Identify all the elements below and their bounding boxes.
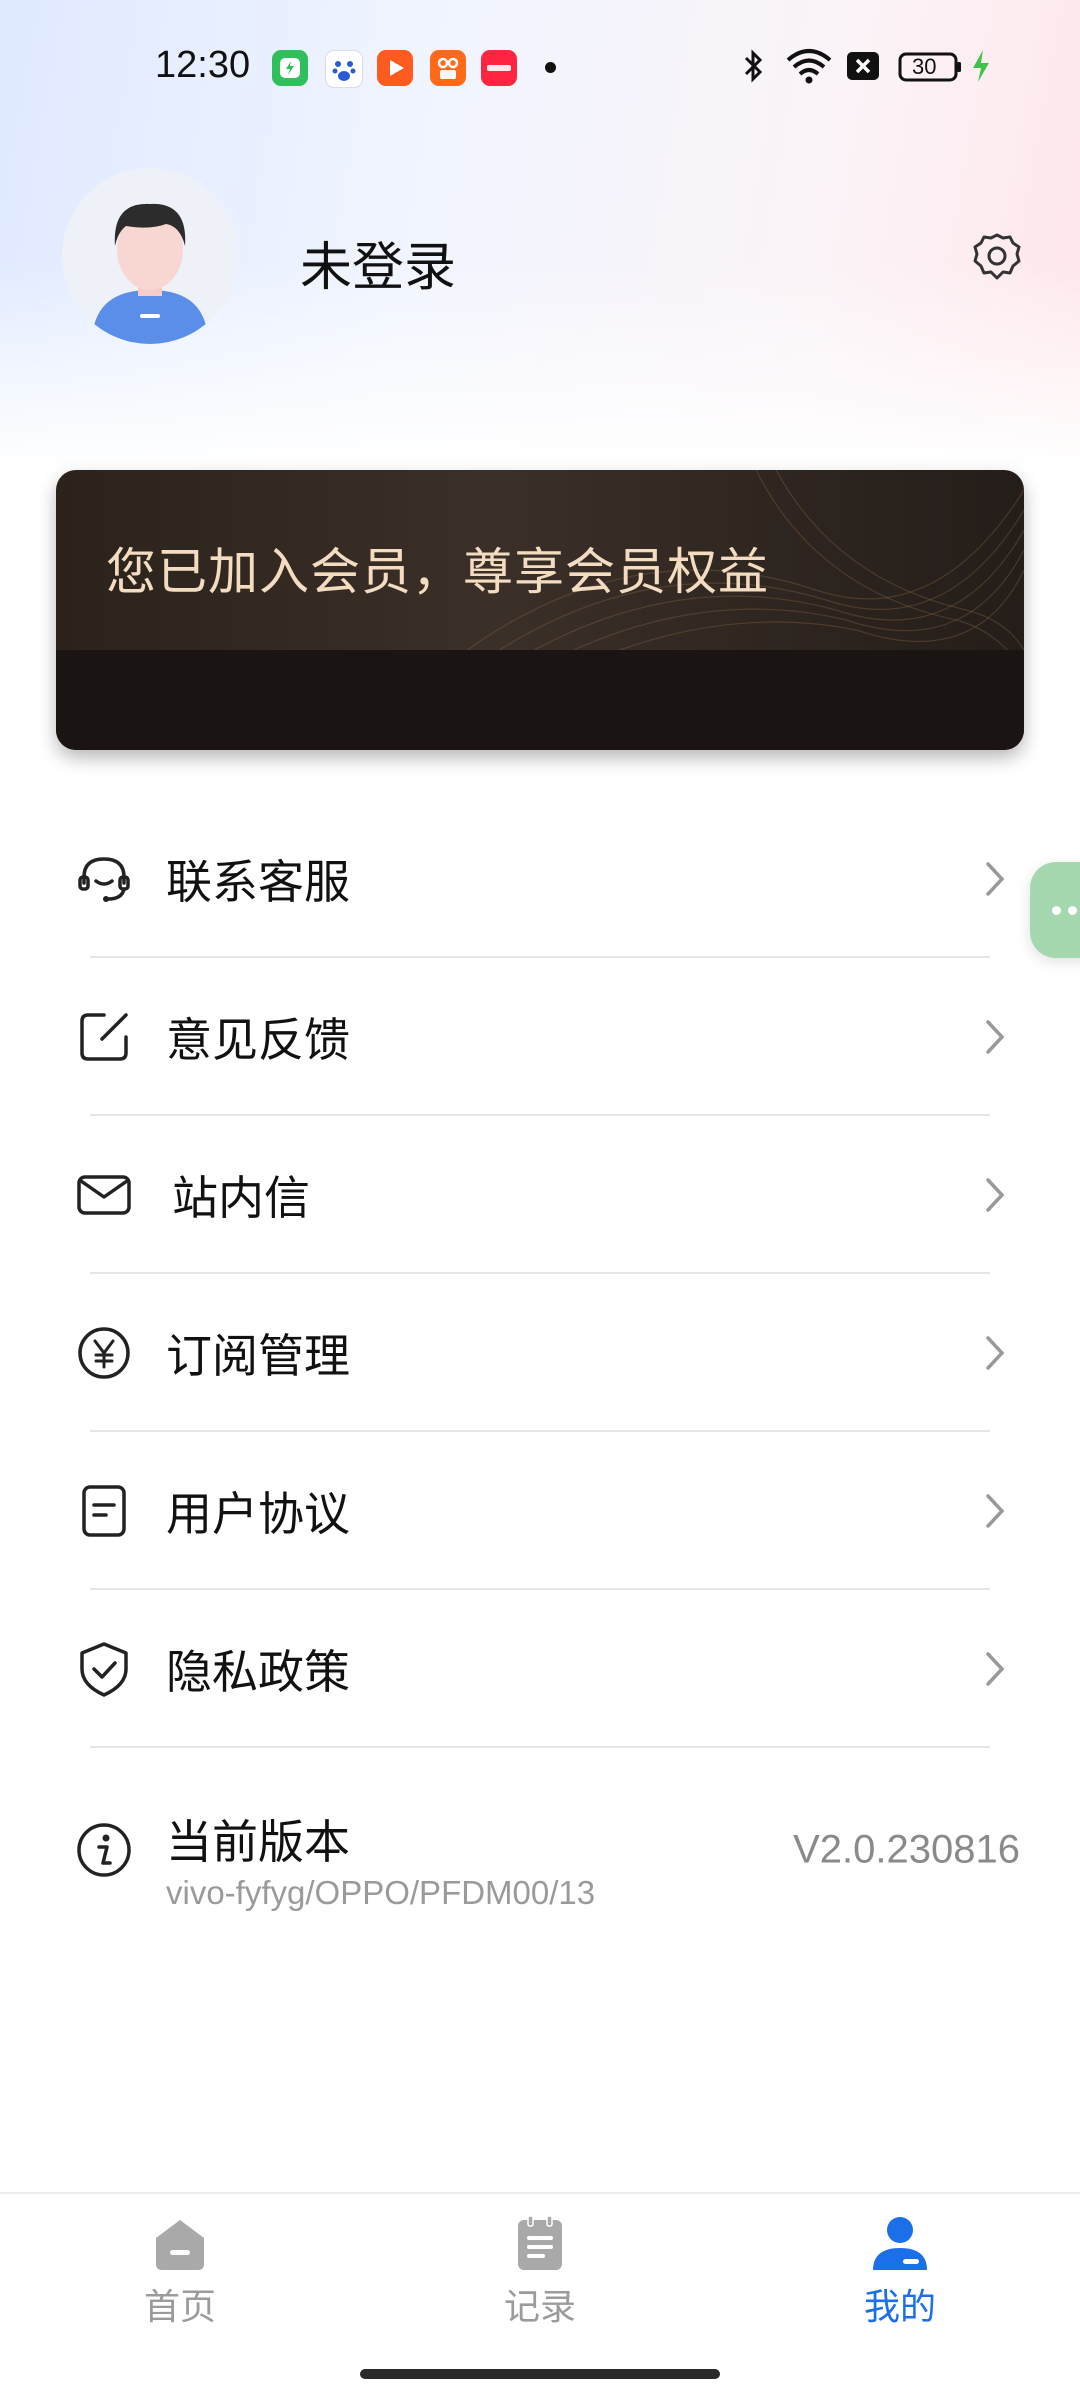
chevron-right-icon [986, 862, 1005, 896]
battery-level: 30 [912, 54, 937, 79]
xiaohongshu-icon [481, 50, 517, 86]
dot-icon [1052, 906, 1061, 915]
nav-records[interactable]: 记录 [440, 2214, 640, 2354]
version-number: V2.0.230816 [793, 1827, 1020, 1872]
username[interactable]: 未登录 [300, 225, 456, 300]
chevron-right-icon [986, 1178, 1005, 1212]
menu-item-label: 用户协议 [166, 1487, 350, 1541]
headset-icon [78, 857, 130, 902]
document-icon [82, 1485, 126, 1537]
info-icon [77, 1823, 131, 1877]
baidu-icon [325, 50, 363, 88]
member-card[interactable]: 您已加入会员，尊享会员权益 [56, 470, 1024, 750]
status-time: 12:30 [155, 44, 251, 86]
nav-home[interactable]: 首页 [80, 2214, 280, 2354]
avatar[interactable] [62, 168, 238, 344]
menu-item-label: 意见反馈 [166, 1013, 350, 1067]
menu-item-inbox[interactable]: 站内信 [70, 1116, 1010, 1274]
menu-item-label: 联系客服 [166, 855, 350, 909]
person-icon [873, 2217, 927, 2270]
avatar-icon [62, 168, 238, 344]
battery-icon: 30 [898, 46, 962, 86]
clipboard-icon [518, 2215, 562, 2270]
notification-dot [545, 62, 556, 73]
nav-mine-label: 我的 [863, 2287, 936, 2328]
kuaishou-icon [430, 50, 466, 86]
bluetooth-icon [744, 49, 763, 83]
divider [90, 1746, 990, 1748]
charging-icon [973, 50, 989, 82]
close-box-icon [847, 52, 879, 80]
gesture-home-bar[interactable] [360, 2369, 720, 2379]
menu-item-label: 站内信 [172, 1171, 310, 1225]
dot-icon [1068, 906, 1077, 915]
chevron-right-icon [986, 1652, 1005, 1686]
member-card-text: 您已加入会员，尊享会员权益 [106, 543, 769, 601]
nav-home-label: 首页 [143, 2287, 216, 2328]
menu-item-label: 订阅管理 [166, 1329, 350, 1383]
home-icon [156, 2220, 204, 2270]
shield-check-icon [80, 1642, 128, 1697]
version-label: 当前版本 [166, 1815, 350, 1869]
chevron-right-icon [986, 1336, 1005, 1370]
chevron-right-icon [986, 1020, 1005, 1054]
nav-mine[interactable]: 我的 [800, 2214, 1000, 2354]
app-green-icon [272, 50, 308, 86]
edit-icon [80, 1013, 128, 1061]
nav-records-label: 记录 [503, 2287, 576, 2328]
gear-icon[interactable] [970, 230, 1024, 284]
menu-item-contact-service[interactable]: 联系客服 [70, 800, 1010, 958]
mail-icon [77, 1175, 131, 1215]
status-bar: 12:30 30 [0, 0, 1080, 140]
menu-item-feedback[interactable]: 意见反馈 [70, 958, 1010, 1116]
version-device-info: vivo-fyfyg/OPPO/PFDM00/13 [166, 1874, 596, 1911]
menu-item-label: 隐私政策 [166, 1645, 350, 1699]
menu-item-subscription[interactable]: 订阅管理 [70, 1274, 1010, 1432]
card-bottom-band [56, 650, 1024, 750]
menu-item-privacy-policy[interactable]: 隐私政策 [70, 1590, 1010, 1748]
floating-assistant-button[interactable] [1030, 862, 1080, 958]
yen-circle-icon [78, 1327, 130, 1379]
video-icon [377, 50, 413, 86]
menu-item-user-agreement[interactable]: 用户协议 [70, 1432, 1010, 1590]
version-row: 当前版本 vivo-fyfyg/OPPO/PFDM00/13 V2.0.2308… [70, 1770, 1020, 1930]
chevron-right-icon [986, 1494, 1005, 1528]
wifi-icon [786, 49, 832, 84]
